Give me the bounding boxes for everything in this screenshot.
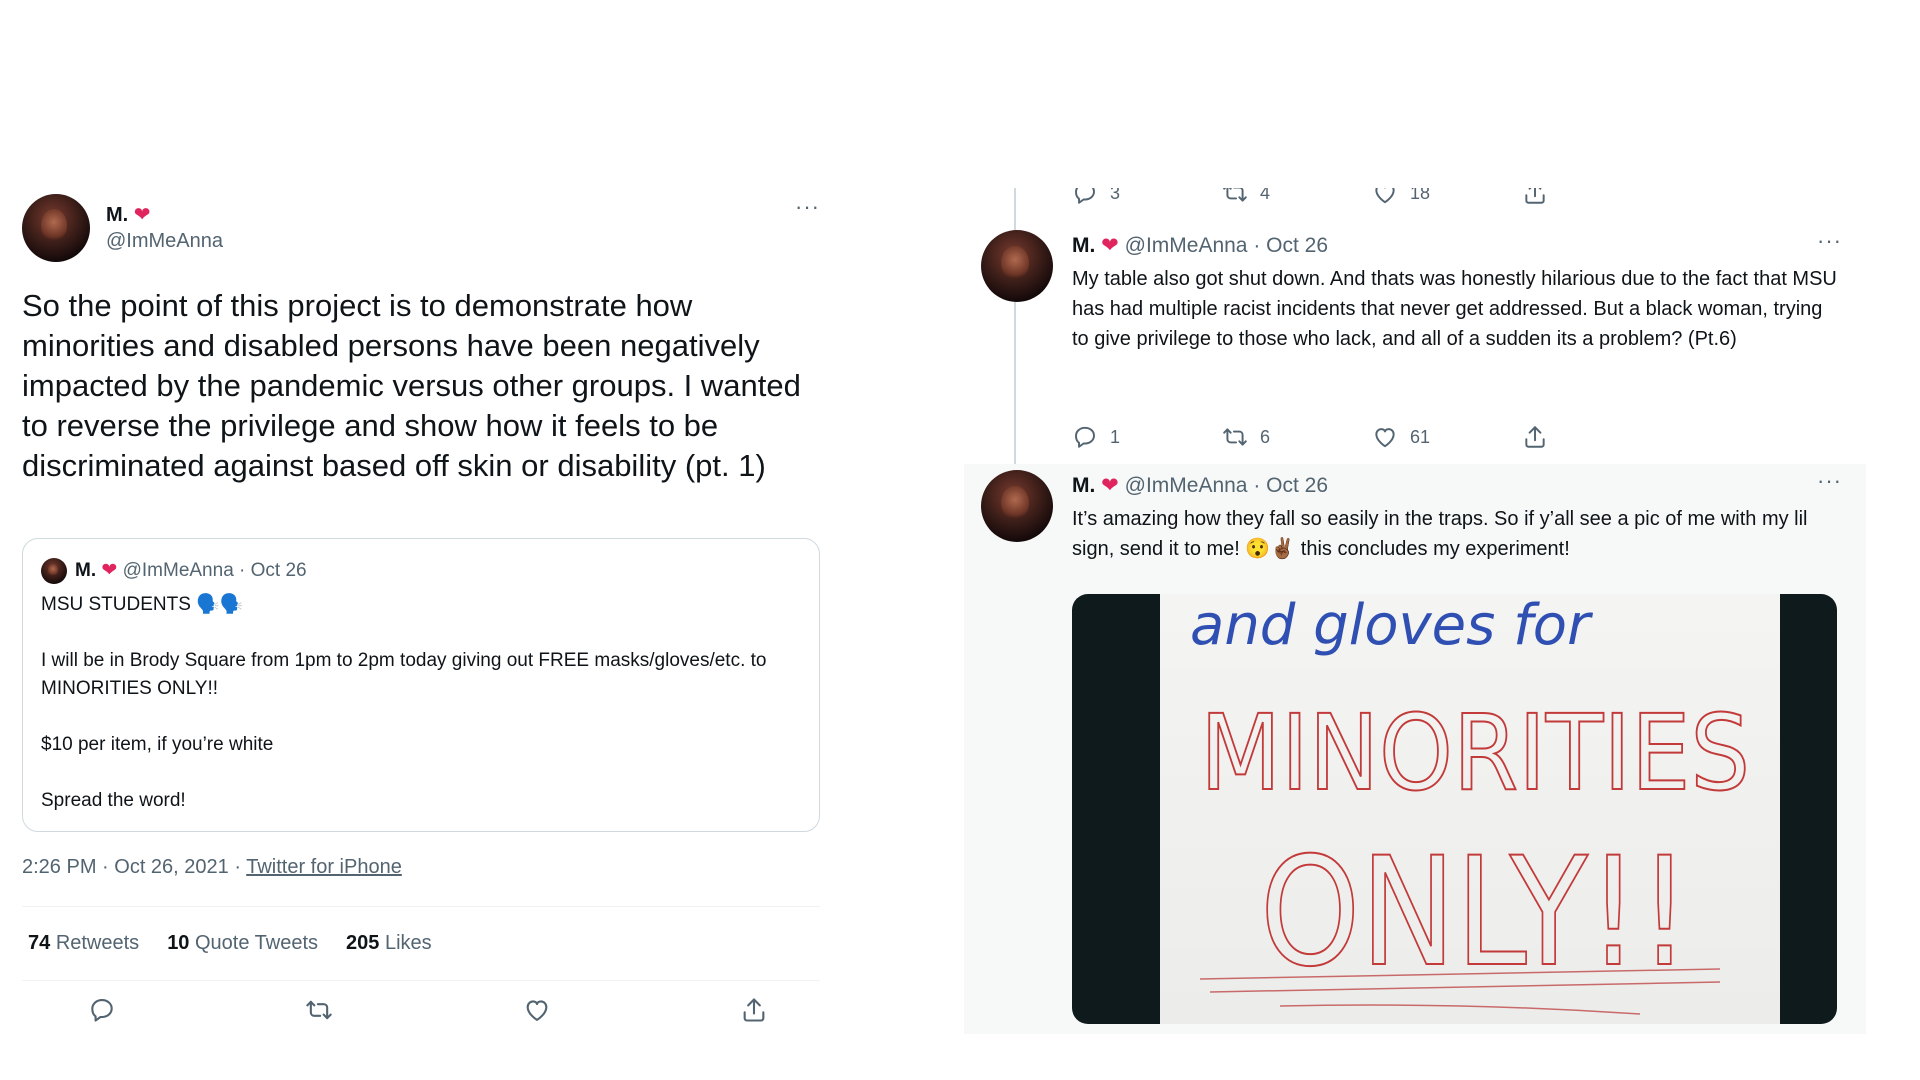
avatar [41, 558, 67, 584]
heart-icon: ❤ [133, 204, 151, 226]
more-options-icon[interactable]: ··· [795, 194, 820, 220]
retweet-icon [1223, 188, 1247, 202]
retweet-action[interactable]: 6 [1222, 424, 1372, 450]
sign-paper: and gloves for MINORITIES ONLY!! [1160, 594, 1780, 1024]
handle[interactable]: @ImMeAnna [106, 230, 223, 253]
retweet-action[interactable]: 4 [1222, 188, 1372, 206]
reply-icon [1075, 188, 1095, 204]
handle-date: @ImMeAnna · Oct 26 [1124, 474, 1329, 497]
engagement-stats: 74 Retweets 10 Quote Tweets 205 Likes [28, 932, 432, 955]
like-icon[interactable] [523, 996, 551, 1024]
tweet-photo[interactable]: and gloves for MINORITIES ONLY!! [1072, 594, 1837, 1024]
tweet-text: It’s amazing how they fall so easily in … [1072, 508, 1808, 560]
sign-line-2: MINORITIES [1200, 692, 1750, 814]
thread-tweet[interactable]: M. ❤ @ImMeAnna · Oct 26 ··· My table als… [964, 224, 1866, 469]
share-action[interactable] [1522, 188, 1672, 206]
reply-action[interactable]: 3 [1072, 188, 1222, 206]
handle-date: @ImMeAnna · Oct 26 [1124, 234, 1329, 257]
retweets-stat[interactable]: 74 Retweets [28, 932, 139, 955]
reply-action[interactable]: 1 [1072, 424, 1222, 450]
more-options-icon[interactable]: ··· [1817, 228, 1842, 254]
retweet-icon[interactable] [305, 996, 333, 1024]
display-name[interactable]: M. ❤ [106, 202, 151, 227]
tweet-actions: 1 6 61 [1072, 424, 1672, 450]
quoted-tweet[interactable]: M. ❤ @ImMeAnna · Oct 26 MSU STUDENTS 🗣️🗣… [22, 538, 820, 832]
heart-icon: ❤ [1101, 234, 1119, 257]
reply-icon[interactable] [88, 996, 116, 1024]
name-text: M. [75, 560, 97, 581]
divider [22, 980, 820, 981]
heart-icon: ❤ [1101, 474, 1119, 497]
thread-panel: 3 4 18 M. ❤ @ImMeAnna · Oct 26 ··· My ta… [964, 188, 1866, 1034]
handle-date: @ImMeAnna · Oct 26 [122, 560, 307, 581]
quote-header: M. ❤ @ImMeAnna · Oct 26 [75, 559, 307, 582]
sign-line-1: and gloves for [1190, 594, 1593, 658]
avatar[interactable] [22, 194, 90, 262]
heart-icon: ❤ [101, 560, 118, 581]
avatar[interactable] [981, 470, 1053, 542]
like-icon [1375, 188, 1395, 204]
tweet-header: M. ❤ @ImMeAnna · Oct 26 [1072, 233, 1328, 258]
retweet-icon [1223, 428, 1247, 446]
reply-icon [1075, 426, 1095, 448]
source-link[interactable]: Twitter for iPhone [246, 856, 402, 878]
like-icon [1375, 428, 1395, 448]
quotes-stat[interactable]: 10 Quote Tweets [167, 932, 318, 955]
timestamp: 2:26 PM · Oct 26, 2021 · Twitter for iPh… [22, 856, 402, 879]
previous-tweet-actions: 3 4 18 [1072, 188, 1672, 206]
name-text: M. [1072, 234, 1096, 257]
tweet-header: M. ❤ @ImMeAnna · Oct 26 [1072, 473, 1328, 498]
thread-tweet[interactable]: M. ❤ @ImMeAnna · Oct 26 ··· It’s amazing… [964, 464, 1866, 1034]
tweet-text: My table also got shut down. And thats w… [1072, 268, 1837, 350]
tweet-text: So the point of this project is to demon… [22, 288, 801, 483]
main-tweet-panel: M. ❤ @ImMeAnna ··· So the point of this … [0, 188, 844, 1034]
name-text: M. [1072, 474, 1096, 497]
divider [22, 906, 820, 907]
share-icon [1525, 188, 1545, 204]
share-action[interactable] [1522, 424, 1672, 450]
share-icon[interactable] [740, 996, 768, 1024]
name-text: M. [106, 204, 129, 226]
timestamp-text: 2:26 PM · Oct 26, 2021 · [22, 856, 247, 878]
likes-stat[interactable]: 205 Likes [346, 932, 432, 955]
quote-text: MSU STUDENTS 🗣️🗣️ I will be in Brody Squ… [41, 594, 767, 811]
like-action[interactable]: 18 [1372, 188, 1522, 206]
underline-3 [1279, 1004, 1641, 1015]
avatar[interactable] [981, 230, 1053, 302]
more-options-icon[interactable]: ··· [1817, 468, 1842, 494]
share-icon [1525, 426, 1545, 448]
action-bar [88, 996, 768, 1024]
like-action[interactable]: 61 [1372, 424, 1522, 450]
